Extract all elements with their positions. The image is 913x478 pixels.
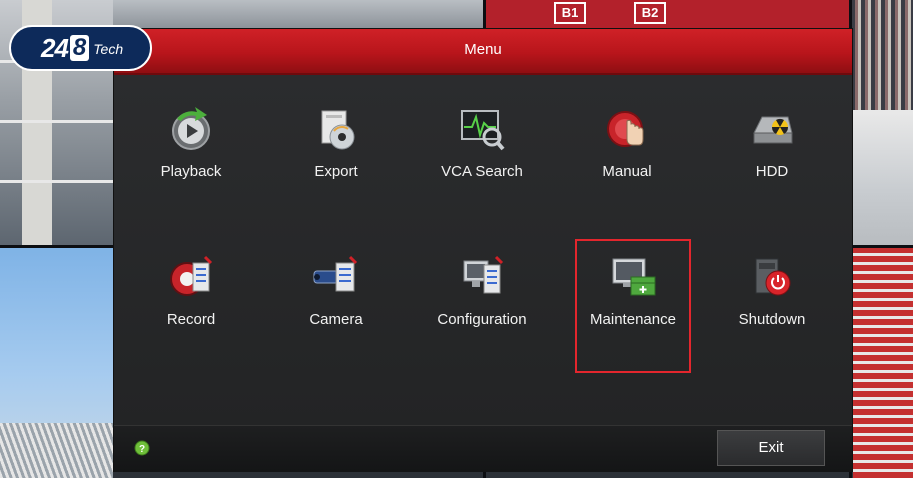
configuration-icon bbox=[463, 255, 504, 294]
menu-item-label: Camera bbox=[309, 311, 363, 328]
record-icon bbox=[170, 255, 213, 296]
hdd-icon bbox=[753, 116, 793, 144]
menu-item-label: Shutdown bbox=[738, 311, 806, 328]
menu-item-label: Maintenance bbox=[590, 311, 676, 328]
menu-item-export[interactable]: Export bbox=[278, 93, 394, 221]
logo-digit-box: 8 bbox=[69, 35, 90, 61]
logo-digits: 24 bbox=[41, 32, 69, 63]
svg-text:?: ? bbox=[139, 444, 145, 455]
camera-icon bbox=[313, 255, 358, 292]
menu-item-label: VCA Search bbox=[441, 163, 523, 180]
brand-logo: 24 8 Tech bbox=[9, 25, 152, 71]
export-icon bbox=[321, 110, 355, 150]
menu-window: Menu Playback Export VCA Search Manual H… bbox=[113, 28, 853, 472]
menu-item-vca-search[interactable]: VCA Search bbox=[424, 93, 540, 221]
logo-suffix: Tech bbox=[93, 41, 124, 57]
exit-button[interactable]: Exit bbox=[717, 430, 825, 466]
menu-item-label: Playback bbox=[160, 163, 222, 180]
camera-feed-tile bbox=[0, 248, 113, 478]
menu-item-shutdown[interactable]: Shutdown bbox=[714, 241, 830, 369]
menu-footer: ? Exit bbox=[114, 425, 852, 472]
menu-item-record[interactable]: Record bbox=[133, 241, 249, 369]
menu-item-label: Export bbox=[314, 163, 358, 180]
menu-item-playback[interactable]: Playback bbox=[133, 93, 249, 221]
menu-item-hdd[interactable]: HDD bbox=[714, 93, 830, 221]
maintenance-icon bbox=[612, 258, 656, 296]
menu-item-manual[interactable]: Manual bbox=[569, 93, 685, 221]
menu-item-label: Record bbox=[166, 311, 216, 328]
menu-item-configuration[interactable]: Configuration bbox=[424, 241, 540, 369]
menu-item-label: HDD bbox=[755, 163, 789, 180]
vca-search-icon bbox=[461, 110, 505, 151]
background-sign: B1 bbox=[554, 2, 586, 24]
shutdown-icon bbox=[755, 258, 791, 296]
menu-item-label: Configuration bbox=[437, 311, 527, 328]
background-sign: B2 bbox=[634, 2, 666, 24]
menu-item-maintenance[interactable]: Maintenance bbox=[575, 239, 691, 373]
camera-feed-tile bbox=[851, 110, 913, 245]
menu-item-label: Manual bbox=[602, 163, 652, 180]
camera-feed-tile bbox=[113, 0, 483, 28]
menu-grid: Playback Export VCA Search Manual HDD Re… bbox=[114, 75, 852, 425]
menu-item-camera[interactable]: Camera bbox=[278, 241, 394, 369]
camera-feed-tile bbox=[851, 248, 913, 478]
help-icon[interactable]: ? bbox=[134, 440, 150, 456]
camera-feed-tile bbox=[851, 0, 913, 110]
camera-feed-tile: B1 B2 bbox=[484, 0, 854, 28]
playback-icon bbox=[172, 107, 210, 150]
window-title: Menu bbox=[114, 29, 852, 75]
manual-icon bbox=[607, 111, 644, 147]
